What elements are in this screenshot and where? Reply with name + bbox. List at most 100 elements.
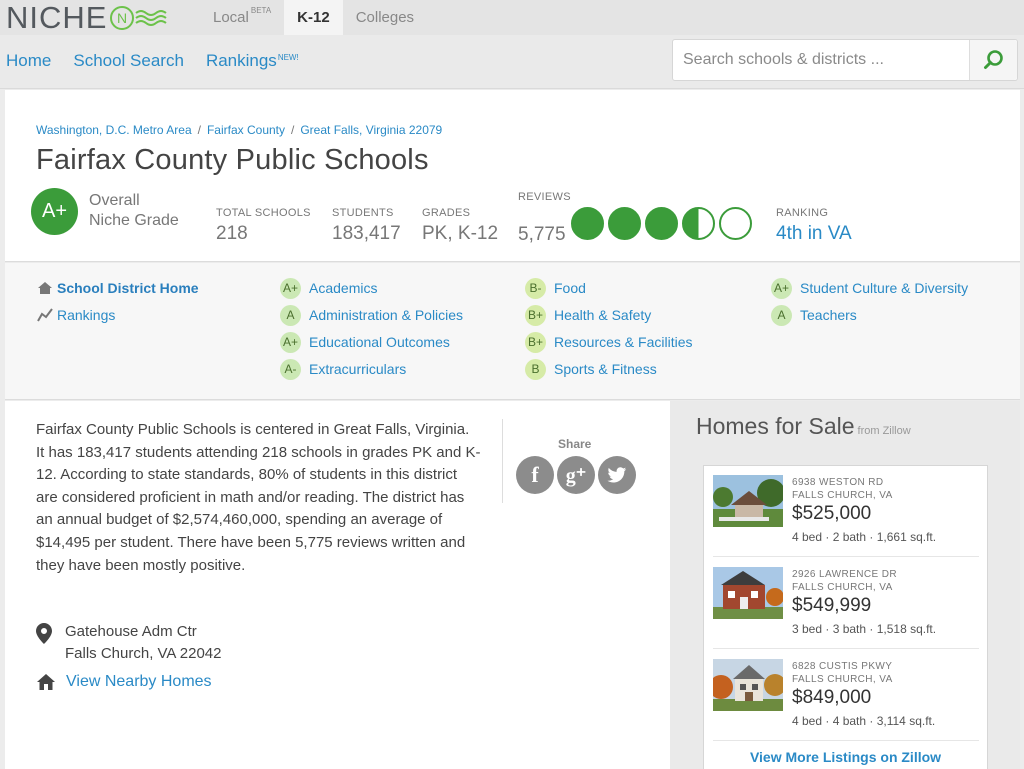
nav-home-link[interactable]: Home xyxy=(6,51,51,71)
home-listing[interactable]: 6938 WESTON RD FALLS CHURCH, VA $525,000 … xyxy=(713,475,979,557)
tab-k12-label: K-12 xyxy=(297,9,330,26)
listing-city: FALLS CHURCH, VA xyxy=(792,582,893,593)
google-plus-icon: g⁺ xyxy=(565,464,587,487)
grade-badge: A xyxy=(280,304,301,326)
twitter-share-button[interactable] xyxy=(598,456,636,494)
district-header: Washington, D.C. Metro Area / Fairfax Coun… xyxy=(5,90,1020,262)
rankings-link[interactable]: Rankings xyxy=(36,304,115,326)
stat-label: GRADES xyxy=(422,207,471,219)
grade-badge: A+ xyxy=(280,277,301,299)
stat-label: TOTAL SCHOOLS xyxy=(216,207,311,219)
tab-local[interactable]: Local BETA xyxy=(200,0,284,35)
listing-specs: 4 bed · 2 bath · 1,661 sq.ft. xyxy=(792,530,937,544)
grade-badge: B xyxy=(525,358,546,380)
listing-address: 6828 CUSTIS PKWY FALLS CHURCH, VA xyxy=(792,660,893,686)
listing-city: FALLS CHURCH, VA xyxy=(792,490,893,501)
listing-address: 2926 LAWRENCE DR FALLS CHURCH, VA xyxy=(792,568,897,594)
house-photo xyxy=(713,567,783,619)
home-listing[interactable]: 6828 CUSTIS PKWY FALLS CHURCH, VA $849,00… xyxy=(713,659,979,741)
breadcrumb-state-zip[interactable]: Virginia 22079 xyxy=(366,123,443,137)
nav-school-search-link[interactable]: School Search xyxy=(73,51,184,71)
rating-dot xyxy=(682,207,715,240)
review-rating-dots xyxy=(571,207,752,240)
breadcrumb: Washington, D.C. Metro Area / Fairfax Coun… xyxy=(36,123,442,137)
view-nearby-homes-link[interactable]: View Nearby Homes xyxy=(36,673,212,691)
report-card-item[interactable]: A Administration & Policies xyxy=(280,304,463,326)
stat-grades: GRADES PK, K-12 xyxy=(422,207,498,245)
tab-colleges[interactable]: Colleges xyxy=(343,0,427,35)
report-card-item[interactable]: A+ Academics xyxy=(280,277,377,299)
listing-address: 6938 WESTON RD FALLS CHURCH, VA xyxy=(792,476,893,502)
overall-label-line2: Niche Grade xyxy=(89,212,179,229)
tab-k12[interactable]: K-12 xyxy=(284,0,343,35)
breadcrumb-city[interactable]: Great Falls xyxy=(300,123,359,137)
search-button[interactable] xyxy=(969,40,1017,80)
report-card-item[interactable]: A Teachers xyxy=(771,304,857,326)
reviews-summary[interactable]: REVIEWS 5,775 xyxy=(518,191,752,245)
trend-icon xyxy=(36,308,54,322)
view-nearby-homes-label: View Nearby Homes xyxy=(66,673,212,690)
nav-rankings-link[interactable]: RankingsNEW! xyxy=(206,51,299,71)
facebook-share-button[interactable]: f xyxy=(516,456,554,494)
view-more-listings-link[interactable]: View More Listings on Zillow xyxy=(704,749,987,765)
district-description: Fairfax County Public Schools is centere… xyxy=(36,421,481,574)
breadcrumb-metro[interactable]: Washington, D.C. Metro Area xyxy=(36,123,192,137)
overall-label-line1: Overall xyxy=(89,192,140,209)
stat-students: STUDENTS 183,417 xyxy=(332,207,401,245)
rating-dot xyxy=(645,207,678,240)
report-card-item[interactable]: A- Extracurriculars xyxy=(280,358,406,380)
share-label: Share xyxy=(558,437,592,451)
nav-rankings-label: Rankings xyxy=(205,51,277,70)
house-photo xyxy=(713,475,783,527)
niche-logo[interactable]: NICHE N xyxy=(6,0,168,35)
ranking-stat: RANKING 4th in VA xyxy=(776,207,852,245)
stat-value: 183,417 xyxy=(332,223,401,244)
report-card-item[interactable]: B+ Health & Safety xyxy=(525,304,651,326)
svg-text:N: N xyxy=(117,10,127,26)
tab-local-badge: BETA xyxy=(250,6,272,15)
stat-value: 218 xyxy=(216,223,248,244)
search-icon xyxy=(983,50,1003,69)
listing-city: FALLS CHURCH, VA xyxy=(792,674,893,685)
report-card-item[interactable]: B Sports & Fitness xyxy=(525,358,657,380)
nav-links: Home School Search RankingsNEW! xyxy=(6,51,299,71)
facebook-icon: f xyxy=(531,462,539,487)
report-card-item[interactable]: B- Food xyxy=(525,277,586,299)
tab-local-label: Local xyxy=(213,9,249,26)
grade-badge: A xyxy=(771,304,792,326)
search-box xyxy=(672,39,1018,81)
ranking-link[interactable]: 4th in VA xyxy=(776,223,852,245)
report-card-item[interactable]: A+ Educational Outcomes xyxy=(280,331,450,353)
search-input[interactable] xyxy=(673,40,970,80)
report-card: School District Home Rankings A+ Academic… xyxy=(5,263,1020,400)
home-icon xyxy=(36,281,54,295)
breadcrumb-county[interactable]: Fairfax County xyxy=(207,123,285,137)
homes-for-sale-panel: Homes for Sale from Zillow 6938 WESTON RD… xyxy=(670,401,1020,769)
report-card-item[interactable]: A+ Student Culture & Diversity xyxy=(771,277,968,299)
listing-specs: 4 bed · 4 bath · 3,114 sq.ft. xyxy=(792,714,936,728)
twitter-icon xyxy=(607,466,627,482)
report-card-item-label: Sports & Fitness xyxy=(554,361,657,377)
report-card-item-label: Resources & Facilities xyxy=(554,334,693,350)
grade-badge: B+ xyxy=(525,331,546,353)
report-card-item-label: Food xyxy=(554,280,586,296)
logo-text: NICHE xyxy=(6,0,108,35)
report-card-item-label: Educational Outcomes xyxy=(309,334,450,350)
listing-specs: 3 bed · 3 bath · 1,518 sq.ft. xyxy=(792,622,937,636)
school-district-home-label: School District Home xyxy=(57,280,199,296)
overall-grade-badge[interactable]: A+ xyxy=(31,188,78,235)
report-card-item-label: Student Culture & Diversity xyxy=(800,280,969,296)
grade-badge: B+ xyxy=(525,304,546,326)
google-plus-share-button[interactable]: g⁺ xyxy=(557,456,595,494)
stat-value: PK, K-12 xyxy=(422,223,499,244)
report-card-item[interactable]: B+ Resources & Facilities xyxy=(525,331,693,353)
school-district-home-link[interactable]: School District Home xyxy=(36,277,199,299)
tab-colleges-label: Colleges xyxy=(355,9,415,26)
district-address: Gatehouse Adm Ctr Falls Church, VA 22042 xyxy=(36,621,221,665)
address-line1: Gatehouse Adm Ctr xyxy=(65,623,197,640)
home-listing[interactable]: 2926 LAWRENCE DR FALLS CHURCH, VA $549,99… xyxy=(713,567,979,649)
address-line2: Falls Church, VA 22042 xyxy=(65,645,222,662)
reviews-label: REVIEWS xyxy=(518,191,571,203)
stat-label: STUDENTS xyxy=(332,207,394,219)
listing-price: $849,000 xyxy=(792,687,872,708)
